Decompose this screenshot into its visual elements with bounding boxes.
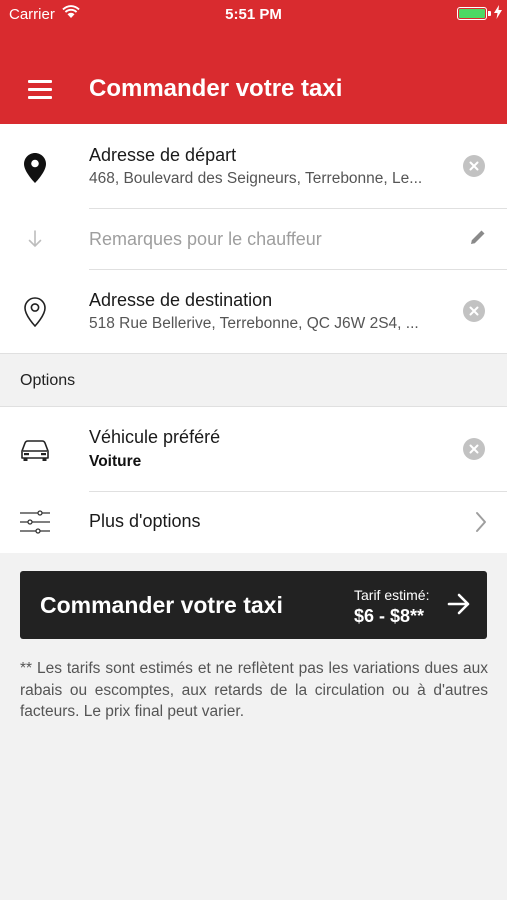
battery-tip (488, 11, 491, 16)
remarks-input[interactable]: Remarques pour le chauffeur (89, 229, 322, 250)
fare-estimate: $6 - $8** (354, 606, 425, 626)
more-options-label[interactable]: Plus d'options (89, 511, 201, 532)
pencil-icon[interactable] (469, 228, 487, 251)
charging-bolt-icon (494, 5, 502, 23)
vehicle-label[interactable]: Véhicule préféré (89, 427, 220, 448)
car-icon (18, 438, 52, 462)
clear-destination-button[interactable] (463, 300, 485, 322)
divider (89, 491, 507, 492)
clock: 5:51 PM (225, 6, 282, 23)
address-card: Adresse de départ 468, Boulevard des Sei… (0, 124, 507, 353)
status-bar: Carrier 5:51 PM (0, 0, 507, 28)
order-button-label: Commander votre taxi (40, 592, 283, 618)
map-pin-filled-icon (18, 153, 52, 183)
app-header: Carrier 5:51 PM Commander votre taxi (0, 0, 507, 124)
pickup-address[interactable]: 468, Boulevard des Seigneurs, Terrebonne… (89, 170, 449, 188)
options-title: Options (20, 372, 76, 389)
chevron-right-icon[interactable] (475, 511, 487, 538)
page-title: Commander votre taxi (89, 75, 343, 102)
map-pin-outline-icon (18, 297, 52, 327)
sliders-icon (18, 510, 52, 534)
fare-title: Tarif estimé: (354, 587, 430, 603)
clear-vehicle-button[interactable] (463, 438, 485, 460)
pickup-label[interactable]: Adresse de départ (89, 145, 236, 166)
options-section-header: Options (0, 353, 507, 407)
arrow-right-icon (447, 593, 471, 620)
divider (89, 208, 507, 209)
hamburger-icon[interactable] (28, 80, 52, 99)
destination-label[interactable]: Adresse de destination (89, 290, 272, 311)
vehicle-value[interactable]: Voiture (89, 453, 449, 471)
arrow-down-icon (18, 230, 52, 248)
options-card: Véhicule préféré Voiture Plus d'options (0, 407, 507, 553)
divider (89, 269, 507, 270)
battery-icon (457, 7, 487, 20)
destination-address[interactable]: 518 Rue Bellerive, Terrebonne, QC J6W 2S… (89, 315, 449, 333)
clear-pickup-button[interactable] (463, 155, 485, 177)
order-taxi-button[interactable]: Commander votre taxi Tarif estimé: $6 - … (20, 571, 487, 639)
fare-disclaimer: ** Les tarifs sont estimés et ne reflète… (20, 660, 488, 720)
